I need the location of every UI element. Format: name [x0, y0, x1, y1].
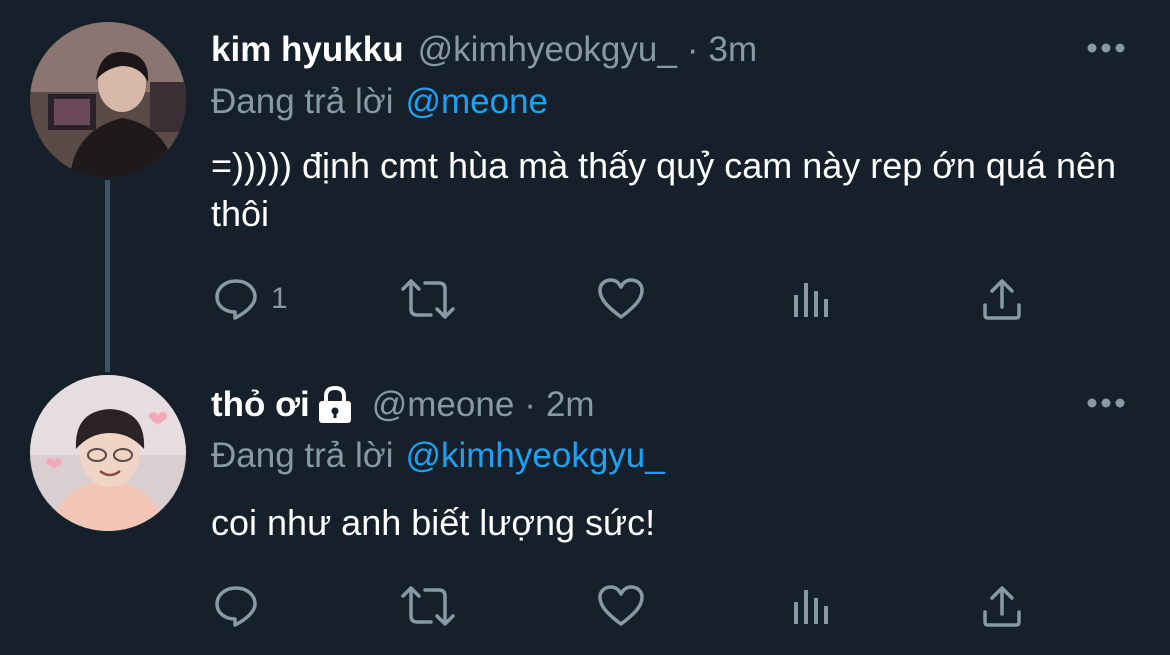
analytics-icon	[791, 277, 831, 321]
user-handle[interactable]: @meone	[372, 385, 515, 425]
action-bar	[211, 581, 1071, 631]
like-button[interactable]	[597, 581, 645, 631]
like-button[interactable]	[597, 274, 645, 324]
reply-prefix: Đang trả lời	[211, 82, 394, 121]
reply-icon	[213, 277, 259, 321]
user-handle[interactable]: @kimhyeokgyu_	[418, 30, 677, 70]
display-name[interactable]: thỏ ơi	[211, 385, 310, 425]
tweet-text: =))))) định cmt hùa mà thấy quỷ cam này …	[211, 145, 1117, 234]
avatar[interactable]	[30, 375, 186, 531]
heart-icon	[597, 277, 645, 321]
reply-icon	[213, 584, 259, 628]
avatar[interactable]	[30, 22, 186, 178]
analytics-button[interactable]	[791, 581, 831, 631]
tweet[interactable]: thỏ ơi @meone · 2m Đang trả lời @kimhyeo…	[0, 350, 1170, 655]
reply-context: Đang trả lời @kimhyeokgyu_	[211, 434, 665, 478]
display-name[interactable]: kim hyukku	[211, 30, 404, 70]
analytics-button[interactable]	[791, 274, 831, 324]
separator: ·	[524, 385, 536, 424]
tweet[interactable]: kim hyukku @kimhyeokgyu_ · 3m Đang trả l…	[0, 0, 1170, 372]
more-icon[interactable]	[1086, 41, 1126, 55]
tweet-header: kim hyukku @kimhyeokgyu_ · 3m	[211, 28, 757, 72]
share-icon	[981, 584, 1023, 628]
reply-button[interactable]	[213, 581, 271, 631]
reply-target-link[interactable]: @kimhyeokgyu_	[405, 436, 664, 476]
reply-context: Đang trả lời @meone	[211, 80, 548, 124]
tweet-header: thỏ ơi @meone · 2m	[211, 383, 595, 427]
share-icon	[981, 277, 1023, 321]
more-icon[interactable]	[1086, 396, 1126, 410]
retweet-icon	[399, 584, 457, 628]
analytics-icon	[791, 584, 831, 628]
timeline: kim hyukku @kimhyeokgyu_ · 3m Đang trả l…	[0, 0, 1170, 655]
reply-prefix: Đang trả lời	[211, 436, 394, 475]
reply-button[interactable]: 1	[213, 274, 288, 324]
thread-line	[105, 180, 110, 372]
share-button[interactable]	[981, 274, 1023, 324]
heart-icon	[597, 584, 645, 628]
timestamp[interactable]: 3m	[709, 30, 758, 70]
retweet-button[interactable]	[399, 581, 457, 631]
retweet-button[interactable]	[399, 274, 457, 324]
reply-target-link[interactable]: @meone	[405, 82, 548, 122]
retweet-icon	[399, 277, 457, 321]
share-button[interactable]	[981, 581, 1023, 631]
lock-icon	[316, 385, 354, 425]
action-bar: 1	[211, 274, 1071, 324]
reply-count: 1	[271, 282, 288, 315]
tweet-text: coi như anh biết lượng sức!	[211, 502, 656, 543]
separator: ·	[686, 30, 699, 69]
timestamp[interactable]: 2m	[546, 385, 595, 425]
